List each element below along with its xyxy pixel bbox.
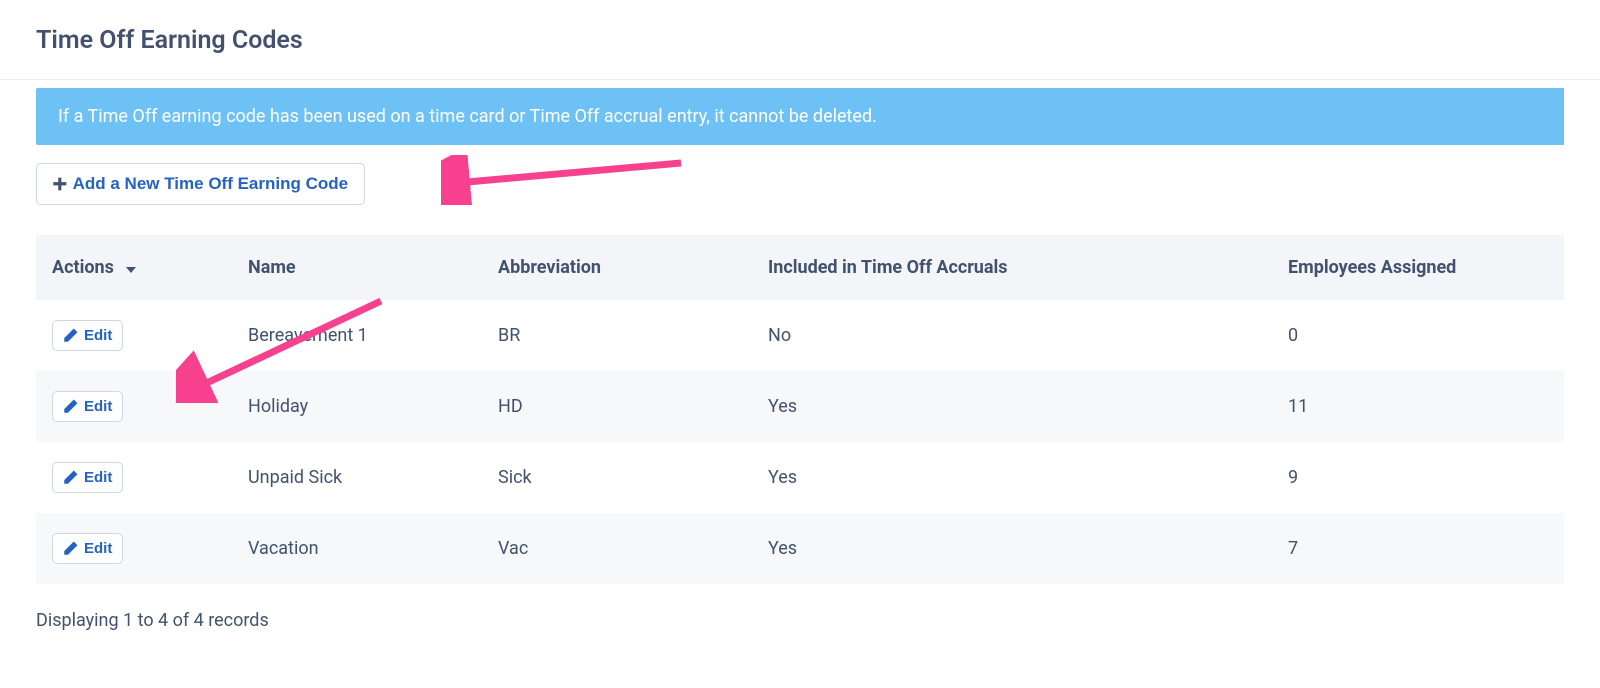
cell-name: Vacation (236, 513, 486, 584)
table-row: Edit VacationVacYes7 (36, 513, 1564, 584)
cell-accruals: Yes (756, 442, 1276, 513)
cell-abbreviation: Vac (486, 513, 756, 584)
cell-abbreviation: BR (486, 300, 756, 371)
table-row: Edit Unpaid SickSickYes9 (36, 442, 1564, 513)
info-banner-text: If a Time Off earning code has been used… (58, 106, 877, 127)
cell-name: Unpaid Sick (236, 442, 486, 513)
cell-abbreviation: Sick (486, 442, 756, 513)
cell-employees: 0 (1276, 300, 1564, 371)
content-area: If a Time Off earning code has been used… (0, 88, 1600, 584)
table-row: Edit Bereavement 1BRNo0 (36, 300, 1564, 371)
cell-employees: 9 (1276, 442, 1564, 513)
annotation-arrow-icon (441, 155, 691, 205)
table-row: Edit HolidayHDYes11 (36, 371, 1564, 442)
edit-button[interactable]: Edit (52, 533, 123, 564)
edit-button-label: Edit (84, 327, 112, 344)
chevron-down-icon (124, 261, 138, 275)
cell-accruals: No (756, 300, 1276, 371)
page-title: Time Off Earning Codes (36, 26, 1564, 55)
record-count-text: Displaying 1 to 4 of 4 records (36, 610, 269, 631)
earning-codes-table: Actions Name Abbreviation Included in Ti… (36, 235, 1564, 584)
edit-button[interactable]: Edit (52, 391, 123, 422)
cell-employees: 11 (1276, 371, 1564, 442)
plus-icon: ➕︎ (53, 175, 67, 193)
cell-employees: 7 (1276, 513, 1564, 584)
table-header-row: Actions Name Abbreviation Included in Ti… (36, 235, 1564, 300)
edit-icon (63, 328, 78, 343)
name-column-header[interactable]: Name (236, 235, 486, 300)
edit-button[interactable]: Edit (52, 462, 123, 493)
cell-accruals: Yes (756, 513, 1276, 584)
actions-header-label: Actions (52, 257, 114, 278)
cell-accruals: Yes (756, 371, 1276, 442)
employees-column-header[interactable]: Employees Assigned (1276, 235, 1564, 300)
add-button-label: Add a New Time Off Earning Code (73, 174, 349, 194)
edit-button[interactable]: Edit (52, 320, 123, 351)
record-count-footer: Displaying 1 to 4 of 4 records (0, 584, 1600, 657)
edit-button-label: Edit (84, 469, 112, 486)
earning-codes-table-wrap: Actions Name Abbreviation Included in Ti… (36, 235, 1564, 584)
accruals-column-header[interactable]: Included in Time Off Accruals (756, 235, 1276, 300)
abbreviation-column-header[interactable]: Abbreviation (486, 235, 756, 300)
page-header: Time Off Earning Codes (0, 0, 1600, 80)
add-earning-code-button[interactable]: ➕︎ Add a New Time Off Earning Code (36, 163, 365, 205)
edit-icon (63, 541, 78, 556)
cell-abbreviation: HD (486, 371, 756, 442)
info-banner: If a Time Off earning code has been used… (36, 88, 1564, 145)
cell-name: Bereavement 1 (236, 300, 486, 371)
edit-icon (63, 399, 78, 414)
edit-button-label: Edit (84, 398, 112, 415)
edit-icon (63, 470, 78, 485)
cell-name: Holiday (236, 371, 486, 442)
edit-button-label: Edit (84, 540, 112, 557)
toolbar: ➕︎ Add a New Time Off Earning Code (36, 163, 1564, 205)
actions-column-header[interactable]: Actions (52, 257, 138, 278)
